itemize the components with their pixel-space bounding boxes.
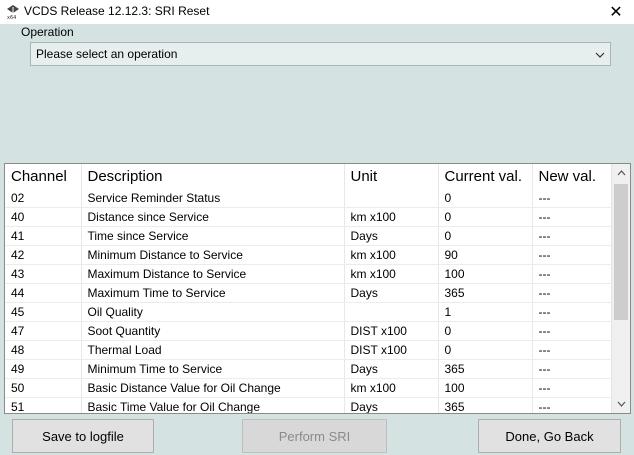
- cell-unit: [344, 302, 439, 322]
- table-row[interactable]: 40 Distance since Service km x100 0 ---: [5, 207, 612, 227]
- cell-description: Basic Distance Value for Oil Change: [81, 378, 345, 398]
- cell-new-value: ---: [532, 226, 612, 246]
- cell-unit: km x100: [344, 378, 439, 398]
- cell-description: Time since Service: [81, 226, 345, 246]
- cell-unit: Days: [344, 283, 439, 303]
- cell-description: Minimum Time to Service: [81, 359, 345, 379]
- cell-channel: 51: [5, 397, 82, 413]
- cell-unit: km x100: [344, 264, 439, 284]
- cell-channel: 40: [5, 207, 82, 227]
- table-row[interactable]: 48 Thermal Load DIST x100 0 ---: [5, 340, 612, 360]
- table-header-row: Channel Description Unit Current val. Ne…: [5, 164, 612, 189]
- cell-description: Maximum Distance to Service: [81, 264, 345, 284]
- cell-current-value: 365: [438, 397, 533, 413]
- cell-description: Distance since Service: [81, 207, 345, 227]
- cell-description: Service Reminder Status: [81, 189, 345, 208]
- cell-current-value: 90: [438, 245, 533, 265]
- cell-unit: Days: [344, 359, 439, 379]
- scroll-up-button[interactable]: [612, 164, 630, 182]
- cell-channel: 45: [5, 302, 82, 322]
- cell-current-value: 100: [438, 378, 533, 398]
- column-header-new-value[interactable]: New val.: [532, 164, 612, 189]
- cell-description: Maximum Time to Service: [81, 283, 345, 303]
- cell-channel: 43: [5, 264, 82, 284]
- done-go-back-button[interactable]: Done, Go Back: [478, 419, 621, 453]
- cell-current-value: 0: [438, 207, 533, 227]
- cell-channel: 50: [5, 378, 82, 398]
- cell-description: Oil Quality: [81, 302, 345, 322]
- cell-unit: DIST x100: [344, 321, 439, 341]
- cell-channel: 48: [5, 340, 82, 360]
- chevron-down-icon: [617, 401, 625, 407]
- operation-label: Operation: [21, 25, 74, 39]
- cell-new-value: ---: [532, 321, 612, 341]
- cell-channel: 47: [5, 321, 82, 341]
- cell-new-value: ---: [532, 359, 612, 379]
- cell-new-value: ---: [532, 264, 612, 284]
- channel-table: Channel Description Unit Current val. Ne…: [4, 163, 631, 414]
- cell-channel: 44: [5, 283, 82, 303]
- cell-current-value: 1: [438, 302, 533, 322]
- cell-unit: km x100: [344, 245, 439, 265]
- cell-channel: 49: [5, 359, 82, 379]
- table-row[interactable]: 45 Oil Quality 1 ---: [5, 302, 612, 322]
- cell-current-value: 0: [438, 189, 533, 208]
- cell-new-value: ---: [532, 283, 612, 303]
- scroll-down-button[interactable]: [612, 395, 630, 413]
- cell-unit: [344, 189, 439, 208]
- cell-description: Minimum Distance to Service: [81, 245, 345, 265]
- cell-new-value: ---: [532, 340, 612, 360]
- title-bar: x64 VCDS Release 12.12.3: SRI Reset ✕: [0, 0, 634, 24]
- close-button[interactable]: ✕: [598, 0, 634, 24]
- table-row[interactable]: 02 Service Reminder Status 0 ---: [5, 189, 612, 208]
- operation-dropdown[interactable]: Please select an operation: [30, 42, 611, 66]
- column-header-channel[interactable]: Channel: [5, 164, 82, 189]
- cell-current-value: 0: [438, 321, 533, 341]
- column-header-current-value[interactable]: Current val.: [438, 164, 533, 189]
- table-row[interactable]: 50 Basic Distance Value for Oil Change km …: [5, 378, 612, 398]
- table-row[interactable]: 49 Minimum Time to Service Days 365 ---: [5, 359, 612, 379]
- table-row[interactable]: 42 Minimum Distance to Service km x100 90 --…: [5, 245, 612, 265]
- cell-current-value: 0: [438, 226, 533, 246]
- chevron-down-icon: [595, 49, 605, 59]
- table-row[interactable]: 41 Time since Service Days 0 ---: [5, 226, 612, 246]
- save-to-logfile-button[interactable]: Save to logfile: [12, 419, 154, 453]
- cell-current-value: 0: [438, 340, 533, 360]
- operation-selected-value: Please select an operation: [36, 47, 178, 61]
- cell-current-value: 100: [438, 264, 533, 284]
- table-row[interactable]: 43 Maximum Distance to Service km x100 100-…: [5, 264, 612, 284]
- window-title: VCDS Release 12.12.3: SRI Reset: [24, 4, 210, 18]
- cell-description: Basic Time Value for Oil Change: [81, 397, 345, 413]
- cell-channel: 02: [5, 189, 82, 208]
- app-icon-label: x64: [7, 15, 16, 20]
- vcds-app-icon: x64: [6, 4, 20, 20]
- column-header-unit[interactable]: Unit: [344, 164, 439, 189]
- cell-new-value: ---: [532, 207, 612, 227]
- cell-description: Soot Quantity: [81, 321, 345, 341]
- scrollbar-thumb[interactable]: [614, 184, 628, 320]
- perform-sri-button[interactable]: Perform SRI: [242, 419, 387, 453]
- chevron-up-icon: [617, 170, 625, 176]
- cell-unit: km x100: [344, 207, 439, 227]
- column-header-description[interactable]: Description: [81, 164, 345, 189]
- table-row[interactable]: 47 Soot Quantity DIST x100 0 ---: [5, 321, 612, 341]
- cell-channel: 41: [5, 226, 82, 246]
- close-icon: ✕: [609, 4, 623, 21]
- cell-channel: 42: [5, 245, 82, 265]
- cell-new-value: ---: [532, 397, 612, 413]
- cell-new-value: ---: [532, 189, 612, 208]
- cell-new-value: ---: [532, 302, 612, 322]
- cell-unit: DIST x100: [344, 340, 439, 360]
- cell-current-value: 365: [438, 359, 533, 379]
- cell-unit: Days: [344, 226, 439, 246]
- cell-new-value: ---: [532, 245, 612, 265]
- vertical-scrollbar[interactable]: [611, 164, 630, 413]
- table-row[interactable]: 51 Basic Time Value for Oil Change Days 365…: [5, 397, 612, 413]
- cell-new-value: ---: [532, 378, 612, 398]
- cell-unit: Days: [344, 397, 439, 413]
- cell-description: Thermal Load: [81, 340, 345, 360]
- cell-current-value: 365: [438, 283, 533, 303]
- table-row[interactable]: 44 Maximum Time to Service Days 365 ---: [5, 283, 612, 303]
